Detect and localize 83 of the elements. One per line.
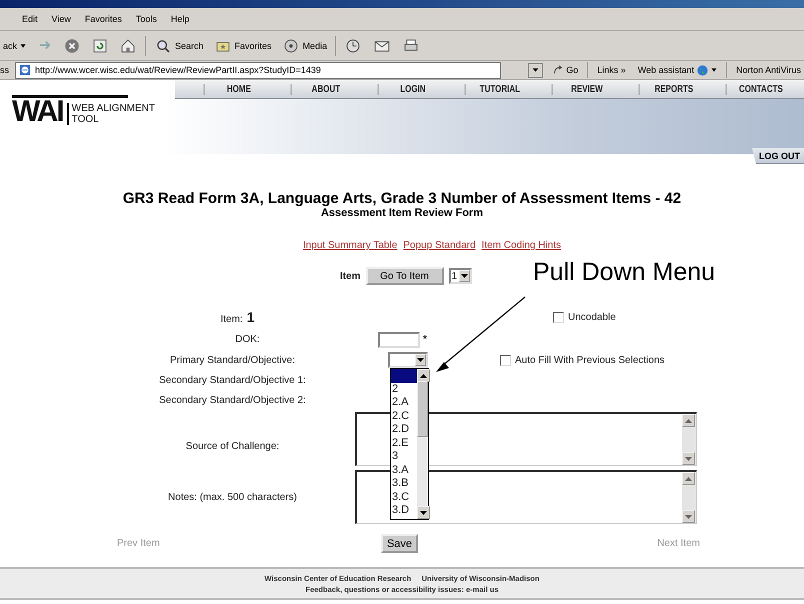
nav-link[interactable]: REVIEW bbox=[552, 84, 622, 94]
field-label: Primary Standard/Objective: bbox=[170, 354, 296, 366]
logo-mark: WAI bbox=[12, 99, 63, 125]
stop-icon bbox=[64, 38, 80, 54]
page-title: GR3 Read Form 3A, Language Arts, Grade 3 Number of Assessment Items - 42 bbox=[122, 190, 682, 207]
up-arrow-icon bbox=[420, 374, 427, 378]
down-arrow-icon bbox=[685, 514, 692, 518]
page-subtitle: Assessment Item Review Form bbox=[320, 207, 484, 219]
antivirus-button[interactable]: Norton AntiVirus bbox=[733, 65, 804, 75]
text-area[interactable] bbox=[355, 412, 697, 466]
address-label: ss bbox=[0, 65, 9, 75]
link[interactable]: Input Summary Table bbox=[302, 240, 398, 251]
menu-item[interactable]: Tools bbox=[130, 12, 163, 26]
caret-icon bbox=[461, 274, 468, 278]
dropdown-option[interactable]: 3.A bbox=[391, 464, 417, 477]
item-label: Item bbox=[340, 270, 360, 282]
favorites-button[interactable]: Favorites bbox=[212, 36, 274, 56]
clock-icon bbox=[345, 38, 361, 54]
printer-icon bbox=[403, 38, 419, 54]
dropdown-option[interactable]: 2.E bbox=[391, 436, 417, 450]
nav-link[interactable]: LOGIN bbox=[378, 84, 448, 94]
dropdown-option[interactable]: 2.C bbox=[391, 410, 417, 423]
link[interactable]: Item Coding Hints bbox=[482, 240, 562, 251]
item-number-label: Item: bbox=[220, 314, 243, 325]
annotation-label: Pull Down Menu bbox=[533, 258, 716, 287]
checkbox[interactable] bbox=[500, 354, 511, 366]
checkbox[interactable] bbox=[553, 312, 564, 322]
field-label: Secondary Standard/Objective 2: bbox=[159, 394, 306, 406]
required-mark: * bbox=[423, 334, 427, 345]
nav-link[interactable]: CONTACTS bbox=[726, 84, 796, 94]
menu-item[interactable]: Edit bbox=[16, 12, 44, 26]
nav-link[interactable]: ABOUT bbox=[290, 84, 360, 94]
down-arrow-icon bbox=[420, 510, 427, 514]
dropdown-option[interactable]: 3.C bbox=[391, 490, 417, 504]
menu-item[interactable]: View bbox=[46, 12, 77, 26]
field-label: Source of Challenge: bbox=[186, 440, 280, 452]
address-dropdown-button[interactable] bbox=[528, 62, 544, 78]
back-button[interactable]: ack bbox=[0, 40, 30, 52]
home-icon bbox=[120, 38, 136, 54]
search-icon bbox=[155, 38, 171, 54]
link[interactable]: Popup Standard bbox=[403, 240, 476, 251]
caret-icon bbox=[417, 358, 424, 362]
scrollbar[interactable] bbox=[417, 369, 428, 519]
media-icon bbox=[282, 38, 298, 54]
standard-select[interactable] bbox=[388, 352, 428, 368]
links-button[interactable]: Links » bbox=[594, 65, 629, 75]
field-label: Notes: (max. 500 characters) bbox=[168, 492, 297, 502]
item-number: 1 bbox=[246, 309, 255, 325]
up-arrow-icon bbox=[685, 418, 692, 422]
field-label: Secondary Standard/Objective 1: bbox=[159, 374, 306, 386]
dropdown-option[interactable]: 3 bbox=[391, 450, 417, 464]
checkbox-label: Uncodable bbox=[568, 312, 616, 322]
go-to-item-button[interactable]: Go To Item bbox=[366, 267, 444, 285]
dropdown-option[interactable]: 2.A bbox=[391, 396, 417, 410]
refresh-icon bbox=[92, 38, 108, 54]
dropdown-option[interactable]: 3.B bbox=[391, 477, 417, 490]
media-button[interactable]: Media bbox=[280, 36, 330, 56]
address-field[interactable]: http://www.wcer.wisc.edu/wat/Review/ReviewPartII.aspx?StudyID=1439 bbox=[15, 62, 501, 78]
page-icon bbox=[19, 64, 31, 76]
logo-text: TOOL bbox=[72, 114, 100, 125]
checkbox-label: Auto Fill With Previous Selections bbox=[515, 354, 665, 366]
caret-icon bbox=[712, 68, 717, 72]
web-assistant-button[interactable]: Web assistant bbox=[634, 64, 720, 76]
go-arrow-icon bbox=[553, 64, 564, 76]
menu-item[interactable]: Help bbox=[164, 12, 196, 26]
down-arrow-icon bbox=[685, 456, 692, 460]
dropdown-option[interactable]: 3.D bbox=[391, 504, 417, 518]
up-arrow-icon bbox=[685, 476, 692, 480]
globe-icon bbox=[697, 64, 708, 76]
go-button[interactable]: Go bbox=[549, 64, 582, 76]
dok-field[interactable] bbox=[378, 332, 420, 348]
logo-text: WEB ALIGNMENT bbox=[72, 103, 156, 114]
save-button[interactable]: Save bbox=[380, 534, 418, 553]
nav-link[interactable]: REPORTS bbox=[638, 84, 708, 94]
search-button[interactable]: Search bbox=[152, 36, 206, 56]
field-label: DOK: bbox=[235, 334, 260, 345]
nav-link[interactable]: TUTORIAL bbox=[464, 84, 534, 94]
menu-item[interactable]: Favorites bbox=[78, 12, 128, 26]
caret-icon bbox=[532, 68, 539, 72]
item-select[interactable]: 1 bbox=[448, 268, 472, 284]
dropdown-option[interactable]: 2.D bbox=[391, 423, 417, 436]
nav-link[interactable]: HOME bbox=[204, 84, 274, 94]
dropdown-option[interactable]: 2 bbox=[391, 382, 417, 396]
